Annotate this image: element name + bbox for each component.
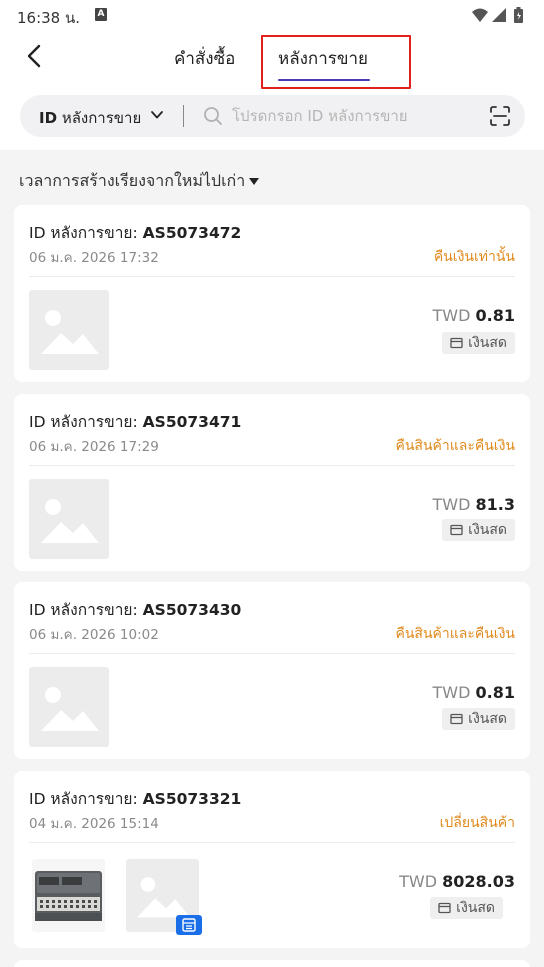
caret-down-icon (249, 177, 260, 185)
search-input[interactable] (232, 104, 472, 128)
price-amount: 81.3 (475, 495, 515, 514)
image-placeholder-icon (41, 687, 99, 731)
wallet-icon (438, 902, 451, 914)
wallet-icon (450, 524, 463, 536)
card-date: 06 ม.ค. 2026 17:29 (29, 439, 159, 455)
price-amount: 0.81 (475, 306, 515, 325)
payment-badge: เงินสด (442, 708, 515, 730)
card-title-prefix: ID หลังการขาย: (29, 790, 143, 808)
price-currency: TWD (432, 495, 476, 514)
payment-label: เงินสด (456, 900, 495, 916)
card-id: AS5073472 (142, 224, 242, 242)
price-currency: TWD (432, 683, 476, 702)
after-sales-card[interactable]: ID หลังการขาย: AS5073430 06 ม.ค. 2026 10… (14, 582, 530, 759)
status-bar: 16:38 น. A (0, 0, 544, 30)
payment-badge: เงินสด (442, 519, 515, 541)
search-type-label: หลังการขาย (57, 109, 142, 127)
card-status: คืนสินค้าและคืนเงิน (395, 626, 515, 642)
card-id: AS5073471 (142, 413, 242, 431)
payment-label: เงินสด (468, 711, 507, 727)
status-time: 16:38 น. (17, 9, 81, 27)
tab-orders[interactable]: คำสั่งซื้อ (174, 45, 235, 72)
card-title-prefix: ID หลังการขาย: (29, 413, 143, 431)
search-type-select[interactable]: ID หลังการขาย (39, 106, 141, 130)
card-date: 04 ม.ค. 2026 15:14 (29, 816, 159, 832)
battery-icon (514, 7, 523, 23)
price-amount: 8028.03 (442, 872, 515, 891)
card-price: TWD 81.3 (433, 495, 515, 514)
card-title-prefix: ID หลังการขาย: (29, 224, 143, 242)
wifi-icon (472, 8, 488, 22)
card-title: ID หลังการขาย: AS5073471 (29, 409, 241, 434)
back-arrow-icon (27, 44, 41, 68)
product-thumbnail[interactable] (29, 479, 109, 559)
after-sales-card[interactable]: ID หลังการขาย: AS5073471 06 ม.ค. 2026 17… (14, 394, 530, 571)
image-placeholder-icon (41, 310, 99, 354)
after-sales-card[interactable]: ID หลังการขาย: AS5073472 06 ม.ค. 2026 17… (14, 205, 530, 382)
image-placeholder-icon (41, 499, 99, 543)
sort-label: เวลาการสร้างเรียงจากใหม่ไปเก่า (19, 171, 246, 190)
wallet-icon (450, 337, 463, 349)
card-title: ID หลังการขาย: AS5073430 (29, 597, 241, 622)
card-date: 06 ม.ค. 2026 17:32 (29, 250, 159, 266)
wallet-icon (450, 713, 463, 725)
card-status: เปลี่ยนสินค้า (439, 815, 515, 831)
product-device-icon (35, 871, 102, 921)
header: คำสั่งซื้อ หลังการขาย ID หลังการขาย (0, 30, 544, 150)
card-price: TWD 0.81 (433, 683, 515, 702)
payment-label: เงินสด (468, 522, 507, 538)
card-id: AS5073430 (142, 601, 242, 619)
payment-badge: เงินสด (430, 897, 503, 919)
search-icon (204, 107, 222, 125)
price-currency: TWD (399, 872, 443, 891)
price-currency: TWD (432, 306, 476, 325)
payment-label: เงินสด (468, 335, 507, 351)
sort-selector[interactable]: เวลาการสร้างเรียงจากใหม่ไปเก่า (19, 169, 260, 194)
card-title-prefix: ID หลังการขาย: (29, 601, 143, 619)
card-divider (29, 276, 515, 277)
card-title: ID หลังการขาย: AS5073472 (29, 220, 241, 245)
bundle-icon (176, 915, 202, 935)
card-divider (29, 465, 515, 466)
back-button[interactable] (22, 42, 48, 70)
price-amount: 0.81 (475, 683, 515, 702)
search-divider (183, 105, 184, 127)
product-thumbnail[interactable] (29, 667, 109, 747)
card-price: TWD 0.81 (433, 306, 515, 325)
search-bar: ID หลังการขาย (20, 95, 525, 137)
search-type-id: ID (39, 109, 58, 127)
card-status: คืนเงินเท่านั้น (433, 249, 515, 265)
signal-icon (492, 8, 506, 22)
card-status: คืนสินค้าและคืนเงิน (395, 438, 515, 454)
card-divider (29, 842, 515, 843)
card-price: TWD 8028.03 (399, 872, 515, 891)
highlight-box (261, 35, 411, 89)
payment-badge: เงินสด (442, 332, 515, 354)
after-sales-card[interactable]: ID หลังการขาย: AS5073321 04 ม.ค. 2026 15… (14, 771, 530, 948)
card-title: ID หลังการขาย: AS5073321 (29, 786, 241, 811)
product-thumbnail[interactable] (29, 290, 109, 370)
notification-icon: A (95, 8, 107, 21)
card-id: AS5073321 (142, 790, 242, 808)
scan-icon[interactable] (489, 105, 511, 127)
chevron-down-icon[interactable] (150, 108, 164, 122)
product-photo[interactable] (32, 859, 105, 932)
card-divider (29, 653, 515, 654)
status-icons (470, 6, 530, 24)
card-date: 06 ม.ค. 2026 10:02 (29, 627, 159, 643)
next-card-partial (14, 960, 530, 967)
